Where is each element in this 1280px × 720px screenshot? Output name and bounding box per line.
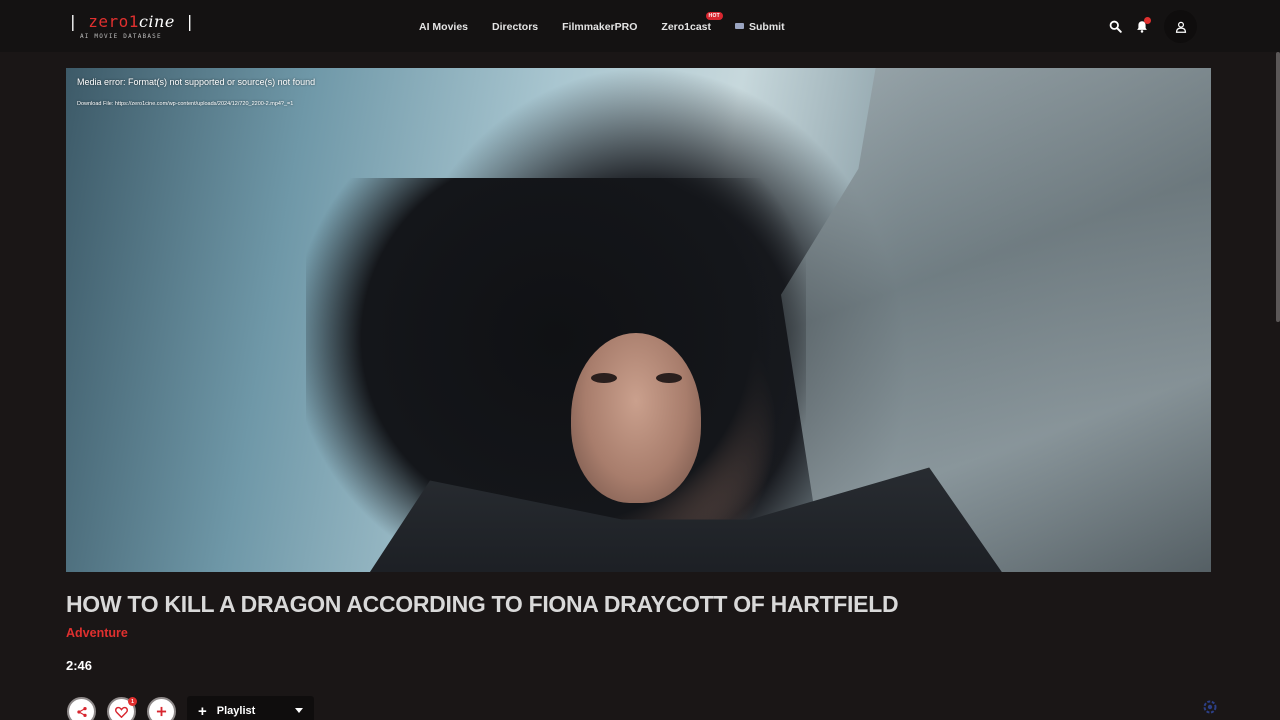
account-button[interactable] <box>1164 10 1197 43</box>
share-icon <box>76 706 87 717</box>
nav-directors[interactable]: Directors <box>492 20 538 34</box>
notifications-button[interactable] <box>1130 14 1154 38</box>
settings-icon[interactable] <box>1202 699 1218 715</box>
plus-icon <box>156 706 167 717</box>
video-frame-eye-right <box>656 373 682 383</box>
movie-title: HOW TO KILL A DRAGON ACCORDING TO FIONA … <box>66 591 899 617</box>
nav-submit[interactable]: Submit <box>735 20 785 34</box>
main-nav: AI Movies Directors FilmmakerPRO Zero1ca… <box>419 12 785 35</box>
playlist-label: Playlist <box>216 705 256 717</box>
media-error-message: Media error: Format(s) not supported or … <box>77 77 316 87</box>
hot-badge: HOT <box>705 12 724 20</box>
playlist-plus-icon: + <box>198 702 207 720</box>
logo-part-cine: cine <box>138 12 175 31</box>
logo-part-zero: zero <box>88 12 129 31</box>
movie-duration: 2:46 <box>66 658 93 673</box>
video-frame-face <box>571 333 701 503</box>
like-count-badge: 1 <box>128 697 137 706</box>
movie-genre-link[interactable]: Adventure <box>66 626 128 641</box>
nav-filmmakerpro[interactable]: FilmmakerPRO <box>562 20 637 34</box>
search-icon <box>1109 20 1122 33</box>
logo-part-one: 1 <box>128 12 139 31</box>
nav-zero1cast-label: Zero1cast <box>661 21 712 33</box>
chevron-down-icon <box>295 708 303 713</box>
search-button[interactable] <box>1103 14 1127 38</box>
playlist-dropdown[interactable]: + Playlist <box>187 696 314 720</box>
user-icon <box>1175 21 1186 33</box>
add-button[interactable] <box>147 697 176 720</box>
site-logo[interactable]: | zero1cine | AI MOVIE DATABASE <box>68 12 196 42</box>
site-header: | zero1cine | AI MOVIE DATABASE AI Movie… <box>0 0 1280 52</box>
nav-ai-movies[interactable]: AI Movies <box>419 20 468 34</box>
like-button[interactable]: 1 <box>107 697 137 720</box>
logo-wordmark: | zero1cine | <box>68 12 196 31</box>
nav-zero1cast[interactable]: Zero1cast HOT <box>661 12 724 34</box>
submit-icon <box>735 23 745 30</box>
video-player[interactable] <box>66 68 1211 572</box>
video-frame-eye-left <box>591 373 617 383</box>
logo-subtitle: AI MOVIE DATABASE <box>80 33 162 40</box>
share-button[interactable] <box>67 697 96 720</box>
heart-icon <box>115 706 128 718</box>
nav-submit-label: Submit <box>749 21 785 33</box>
page-scrollbar[interactable] <box>1276 52 1280 322</box>
media-download-link[interactable]: Download File: https://zero1cine.com/wp-… <box>77 101 293 107</box>
notification-dot <box>1144 17 1151 24</box>
